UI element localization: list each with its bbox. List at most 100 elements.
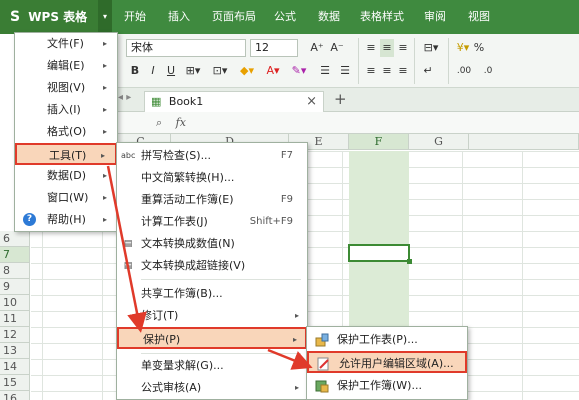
submenu-arrow-icon: ▸ xyxy=(100,151,105,160)
menu-item-data[interactable]: 数据(D) ▸ xyxy=(15,165,117,187)
align-middle-icon[interactable]: ≡ xyxy=(380,39,394,57)
menu-item-window[interactable]: 窗口(W) ▸ xyxy=(15,187,117,209)
workbook-tab-label: Book1 xyxy=(168,95,204,108)
active-cell-f7[interactable] xyxy=(348,244,412,264)
menu-item-calc-sheet[interactable]: 计算工作表(J) Shift+F9 xyxy=(117,211,307,233)
wps-logo-icon: S xyxy=(10,9,21,25)
column-header-g[interactable]: G xyxy=(409,134,469,150)
row-header-6[interactable]: 6 xyxy=(0,231,30,247)
row-header-10[interactable]: 10 xyxy=(0,295,30,311)
menu-item-label: 保护(P) xyxy=(143,333,181,346)
menu-item-tools[interactable]: 工具(T) ▸ xyxy=(15,143,117,165)
menu-item-protect-sheet[interactable]: 保护工作表(P)... xyxy=(307,329,467,351)
spell-check-icon: abc xyxy=(121,151,136,160)
percent-button[interactable]: % xyxy=(472,39,486,57)
menu-item-formula-audit[interactable]: 公式审核(A) ▸ xyxy=(117,377,307,399)
outdent-icon[interactable]: ☰ xyxy=(336,62,354,80)
menu-item-label: 格式(O) xyxy=(47,125,87,138)
protect-sheet-icon xyxy=(315,333,329,347)
wrap-text-icon[interactable]: ⊟▾ xyxy=(420,39,442,57)
fill-color-button[interactable]: ◆▾ xyxy=(236,62,258,80)
shortcut-label: Shift+F9 xyxy=(249,216,293,227)
row-header-16[interactable]: 16 xyxy=(0,391,30,400)
close-tab-icon[interactable]: × xyxy=(306,92,317,111)
menu-item-file[interactable]: 文件(F) ▸ xyxy=(15,33,117,55)
menu-item-label: 数据(D) xyxy=(47,169,87,182)
menu-item-label: 保护工作表(P)... xyxy=(337,333,418,346)
grow-font-button[interactable]: A⁺ xyxy=(308,39,326,57)
menu-item-text-to-hyperlink[interactable]: ▤ 文本转换成超链接(V) xyxy=(117,255,307,277)
menu-item-recalc-workbook[interactable]: 重算活动工作簿(E) F9 xyxy=(117,189,307,211)
tab-formulas[interactable]: 公式 xyxy=(274,0,296,34)
increase-decimal-button[interactable]: .00 xyxy=(454,62,474,80)
tab-review[interactable]: 审阅 xyxy=(424,0,446,34)
menu-item-allow-edit-ranges[interactable]: 允许用户编辑区域(A)... xyxy=(307,351,467,373)
menu-item-protect[interactable]: 保护(P) ▸ xyxy=(117,327,307,349)
row-header-13[interactable]: 13 xyxy=(0,343,30,359)
app-menu-arrow-icon[interactable]: ▾ xyxy=(98,0,112,34)
menu-item-share-workbook[interactable]: 共享工作簿(B)... xyxy=(117,283,307,305)
align-left-icon[interactable]: ≡ xyxy=(364,62,378,80)
decrease-decimal-button[interactable]: .0 xyxy=(478,62,498,80)
menu-item-format[interactable]: 格式(O) ▸ xyxy=(15,121,117,143)
font-name-select[interactable]: 宋体 xyxy=(126,39,246,57)
align-right-icon[interactable]: ≡ xyxy=(396,62,410,80)
column-header-h[interactable] xyxy=(469,134,579,150)
shrink-font-button[interactable]: A⁻ xyxy=(328,39,346,57)
row-header-14[interactable]: 14 xyxy=(0,359,30,375)
tab-view[interactable]: 视图 xyxy=(468,0,490,34)
tab-table-style[interactable]: 表格样式 xyxy=(360,0,404,34)
align-center-icon[interactable]: ≡ xyxy=(380,62,394,80)
tab-nav-arrows-icon[interactable]: ◂ ▸ xyxy=(118,92,131,103)
wps-app-menu-button[interactable]: S WPS 表格 ▾ xyxy=(0,0,112,34)
menu-item-goal-seek[interactable]: 单变量求解(G)... xyxy=(117,355,307,377)
row-header-11[interactable]: 11 xyxy=(0,311,30,327)
bold-button[interactable]: B xyxy=(128,62,142,80)
menu-item-label: 拼写检查(S)... xyxy=(141,149,212,162)
fx-icon[interactable]: fx xyxy=(176,116,186,129)
menu-item-view[interactable]: 视图(V) ▸ xyxy=(15,77,117,99)
fill-handle[interactable] xyxy=(407,259,412,264)
clear-format-icon[interactable]: ✎▾ xyxy=(288,62,310,80)
menu-item-label: 文本转换成数值(N) xyxy=(141,237,235,250)
font-size-select[interactable]: 12 xyxy=(250,39,298,57)
align-bottom-icon[interactable]: ≡ xyxy=(396,39,410,57)
row-header-7[interactable]: 7 xyxy=(0,247,30,263)
zoom-search-icon[interactable]: ⌕ xyxy=(156,116,162,129)
font-color-button[interactable]: A▾ xyxy=(262,62,284,80)
font-name-value: 宋体 xyxy=(131,41,153,54)
italic-button[interactable]: I xyxy=(146,62,160,80)
row-header-9[interactable]: 9 xyxy=(0,279,30,295)
merge-center-icon[interactable]: ↵ xyxy=(420,62,436,80)
tools-submenu: abc 拼写检查(S)... F7 中文简繁转换(H)... 重算活动工作簿(E… xyxy=(116,142,308,400)
menu-item-protect-workbook[interactable]: 保护工作簿(W)... xyxy=(307,375,467,397)
border-button[interactable]: ⊞▾ xyxy=(182,62,204,80)
row-header-15[interactable]: 15 xyxy=(0,375,30,391)
tab-home[interactable]: 开始 xyxy=(124,0,146,34)
menu-item-chinese-conversion[interactable]: 中文简繁转换(H)... xyxy=(117,167,307,189)
menu-item-edit[interactable]: 编辑(E) ▸ xyxy=(15,55,117,77)
menu-item-spell-check[interactable]: abc 拼写检查(S)... F7 xyxy=(117,145,307,167)
shortcut-label: F7 xyxy=(280,150,293,161)
indent-icon[interactable]: ☰ xyxy=(316,62,334,80)
menu-item-text-to-number[interactable]: ▤ 文本转换成数值(N) xyxy=(117,233,307,255)
row-header-12[interactable]: 12 xyxy=(0,327,30,343)
wps-main-menu: 文件(F) ▸ 编辑(E) ▸ 视图(V) ▸ 插入(I) ▸ 格式(O) ▸ … xyxy=(14,32,118,232)
text-to-number-icon: ▤ xyxy=(123,239,133,249)
underline-button[interactable]: U xyxy=(164,62,178,80)
tab-data[interactable]: 数据 xyxy=(318,0,340,34)
new-tab-icon[interactable]: + xyxy=(334,90,347,108)
submenu-arrow-icon: ▸ xyxy=(102,215,107,224)
menu-item-help[interactable]: ? 帮助(H) ▸ xyxy=(15,209,117,231)
tab-page-layout[interactable]: 页面布局 xyxy=(212,0,256,34)
row-header-8[interactable]: 8 xyxy=(0,263,30,279)
menu-item-label: 视图(V) xyxy=(47,81,86,94)
merge-icon[interactable]: ⊡▾ xyxy=(208,62,232,80)
tab-insert[interactable]: 插入 xyxy=(168,0,190,34)
workbook-tab[interactable]: ▦ Book1 × xyxy=(144,91,324,112)
currency-icon[interactable]: ¥▾ xyxy=(454,39,472,57)
menu-item-track-changes[interactable]: 修订(T) ▸ xyxy=(117,305,307,327)
column-header-f[interactable]: F xyxy=(349,134,409,150)
menu-item-insert[interactable]: 插入(I) ▸ xyxy=(15,99,117,121)
align-top-icon[interactable]: ≡ xyxy=(364,39,378,57)
